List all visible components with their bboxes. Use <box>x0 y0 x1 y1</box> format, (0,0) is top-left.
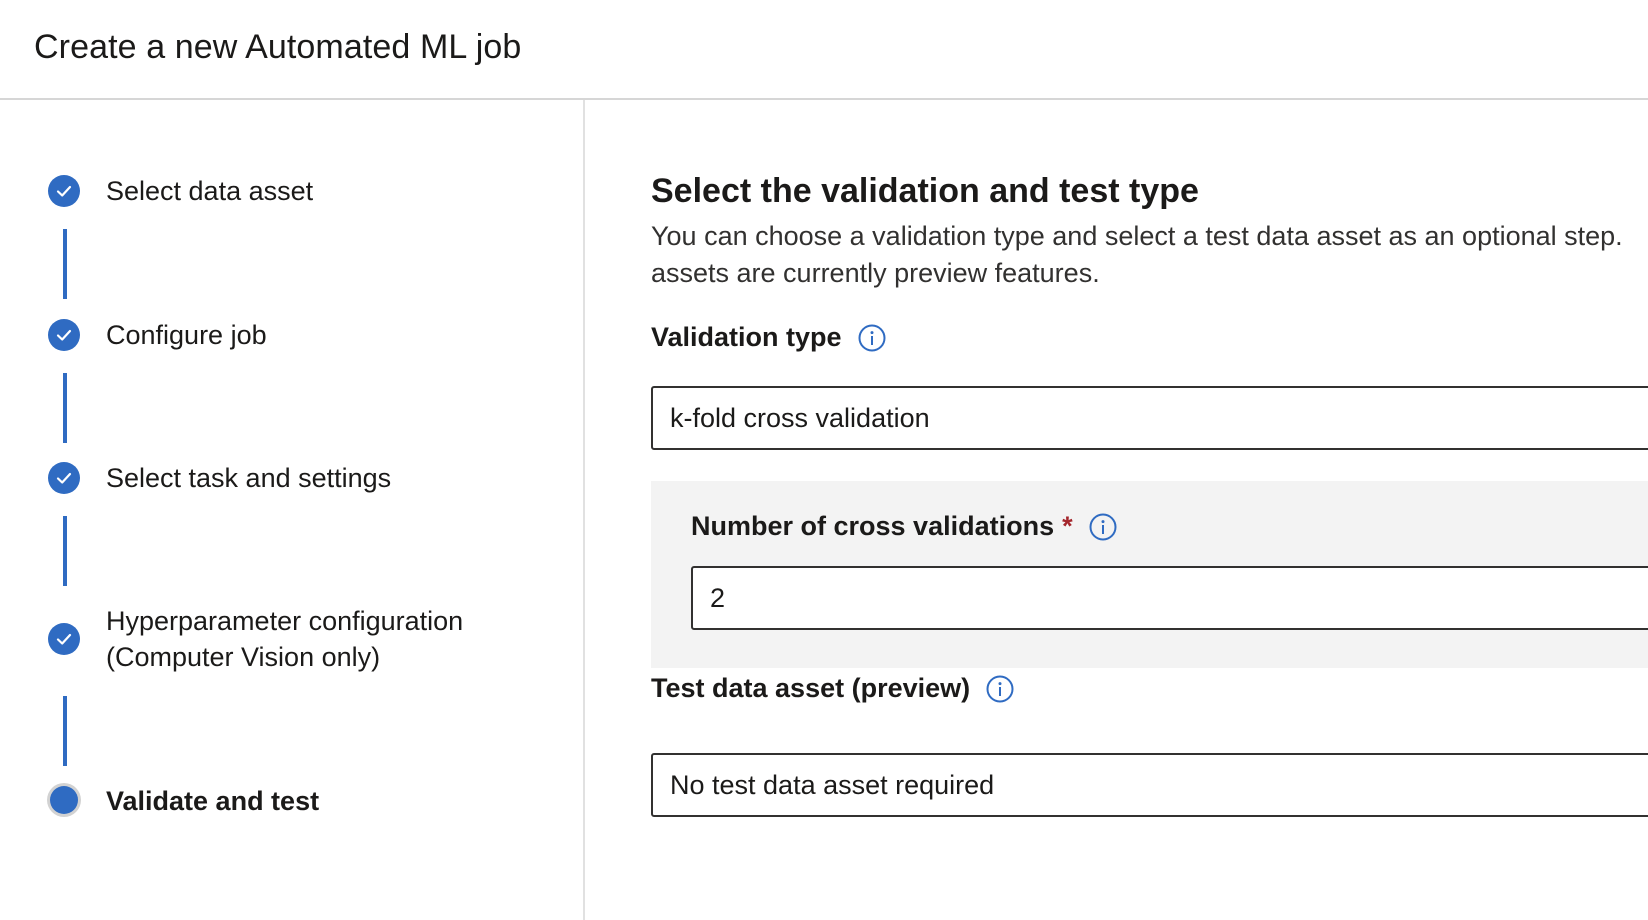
step-connector <box>63 696 67 766</box>
cross-validations-input[interactable]: 2 <box>691 566 1648 630</box>
test-data-asset-dropdown[interactable]: No test data asset required <box>651 753 1648 817</box>
checkmark-icon <box>48 319 80 351</box>
page-header: Create a new Automated ML job <box>0 0 1648 100</box>
required-marker: * <box>1062 511 1073 541</box>
cross-validations-label: Number of cross validations * <box>691 511 1117 542</box>
wizard-step-label: Validate and test <box>106 786 320 816</box>
wizard-steps: Select data asset Configure job Select t… <box>0 100 585 920</box>
validation-type-dropdown[interactable]: k-fold cross validation <box>651 386 1648 450</box>
section-title: Select the validation and test type <box>651 172 1199 210</box>
wizard-step-label: Select data asset <box>106 176 314 206</box>
main-content: Select the validation and test type You … <box>651 100 1648 920</box>
checkmark-icon <box>48 175 80 207</box>
wizard-step-label: Select task and settings <box>106 463 392 493</box>
wizard-step-label: Hyperparameter configuration <box>106 606 464 636</box>
info-icon[interactable] <box>1089 513 1117 541</box>
checkmark-icon <box>48 462 80 494</box>
step-connector <box>63 373 67 443</box>
current-step-dot-icon <box>50 786 78 814</box>
section-description: You can choose a validation type and sel… <box>651 218 1648 292</box>
wizard-step-label-secondary: (Computer Vision only) <box>106 642 381 672</box>
test-data-asset-label: Test data asset (preview) <box>651 673 1014 704</box>
step-connector <box>63 516 67 586</box>
info-icon[interactable] <box>858 324 886 352</box>
validation-type-label: Validation type <box>651 322 886 353</box>
cross-validations-label-text: Number of cross validations <box>691 511 1055 541</box>
page-title: Create a new Automated ML job <box>34 28 522 66</box>
section-description-line2: assets are currently preview features. <box>651 258 1100 288</box>
checkmark-icon <box>48 623 80 655</box>
wizard-step-label: Configure job <box>106 320 267 350</box>
step-connector <box>63 229 67 299</box>
validation-type-label-text: Validation type <box>651 322 842 352</box>
test-data-asset-label-text: Test data asset (preview) <box>651 673 971 703</box>
section-description-line1: You can choose a validation type and sel… <box>651 221 1623 251</box>
page: Create a new Automated ML job Select dat… <box>0 0 1648 920</box>
info-icon[interactable] <box>986 675 1014 703</box>
cross-validation-panel: Number of cross validations * 2 <box>651 481 1648 668</box>
